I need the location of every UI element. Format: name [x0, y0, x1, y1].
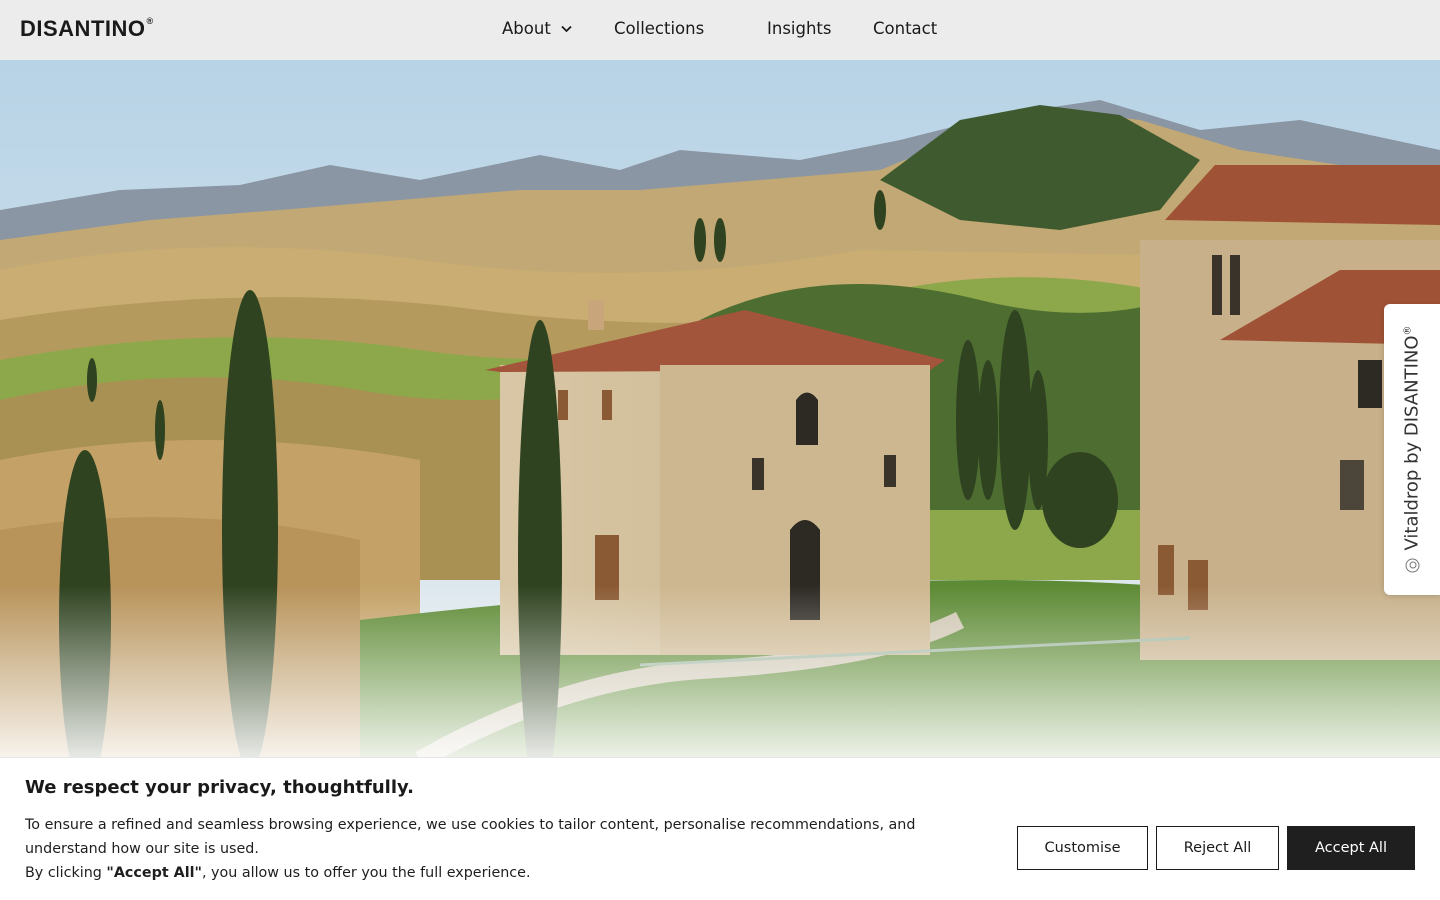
reject-all-button[interactable]: Reject All — [1156, 826, 1279, 870]
cookie-text-line1: To ensure a refined and seamless browsin… — [25, 817, 916, 857]
nav-insights-label: Insights — [767, 19, 832, 38]
hero-image — [0, 60, 1440, 760]
cookie-banner-text: To ensure a refined and seamless browsin… — [25, 813, 1000, 885]
cookie-text-line2: By clicking "Accept All", you allow us t… — [25, 865, 531, 881]
accept-all-button[interactable]: Accept All — [1287, 826, 1415, 870]
accept-all-reference: "Accept All" — [106, 865, 202, 881]
nav-collections-label: Collections — [614, 19, 705, 38]
logo-mark: ® — [146, 15, 154, 26]
tuscan-landscape-illustration — [0, 60, 1440, 760]
logo-text: DISANTINO — [20, 16, 146, 41]
customise-button[interactable]: Customise — [1017, 826, 1148, 870]
nav-item-contact[interactable]: Contact — [873, 19, 937, 38]
cookie-banner: We respect your privacy, thoughtfully. T… — [0, 757, 1440, 900]
circle-target-icon — [1405, 558, 1419, 573]
nav-item-collections[interactable]: Collections — [614, 19, 704, 38]
nav-item-about[interactable]: About — [502, 19, 572, 38]
vitaldrop-side-tab[interactable]: Vitaldrop by DISANTINO® — [1384, 304, 1440, 595]
nav-item-insights[interactable]: Insights — [767, 19, 832, 38]
nav-contact-label: Contact — [873, 19, 938, 38]
side-tab-label: Vitaldrop by DISANTINO® — [1401, 325, 1423, 551]
cookie-banner-title: We respect your privacy, thoughtfully. — [25, 777, 414, 798]
site-header: DISANTINO® About Collections Insights Co… — [0, 0, 1440, 60]
nav-about-label: About — [502, 19, 551, 38]
chevron-down-icon — [561, 25, 572, 32]
brand-logo[interactable]: DISANTINO® — [20, 16, 154, 42]
